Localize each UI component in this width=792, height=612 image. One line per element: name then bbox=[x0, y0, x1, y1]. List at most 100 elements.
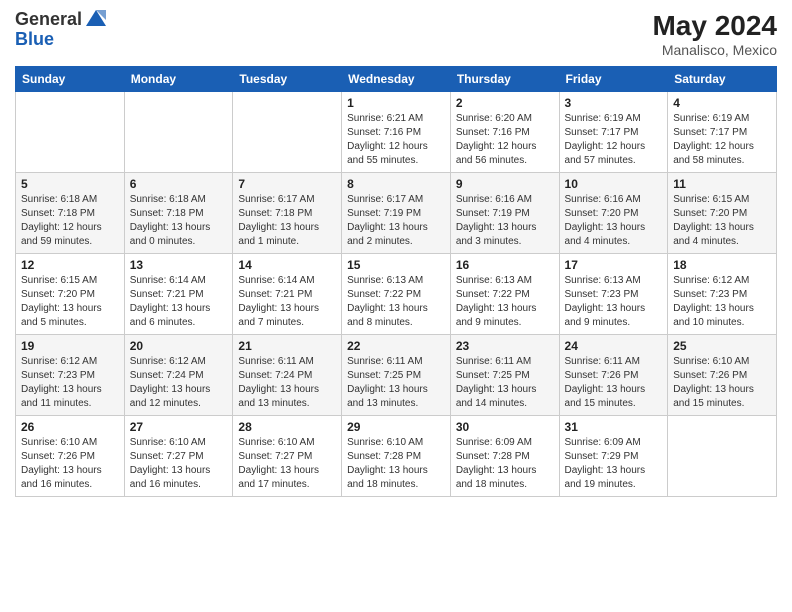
week-row-0: 1 Sunrise: 6:21 AMSunset: 7:16 PMDaylight… bbox=[16, 92, 777, 173]
calendar-cell: 10Sunrise: 6:16 AMSunset: 7:20 PMDayligh… bbox=[559, 173, 668, 254]
day-of-week-thursday: Thursday bbox=[450, 67, 559, 92]
day-info: Sunrise: 6:19 AMSunset: 7:17 PMDaylight:… bbox=[673, 112, 771, 168]
day-info: Sunrise: 6:21 AMSunset: 7:16 PMDaylight:… bbox=[347, 112, 445, 168]
day-number: 6 bbox=[130, 177, 228, 191]
day-number: 9 bbox=[456, 177, 554, 191]
title-block: May 2024 Manalisco, Mexico bbox=[652, 10, 777, 58]
day-number: 8 bbox=[347, 177, 445, 191]
calendar-cell: 8 Sunrise: 6:17 AMSunset: 7:19 PMDaylight… bbox=[342, 173, 451, 254]
calendar-cell: 18 Sunrise: 6:12 AMSunset: 7:23 PMDayligh… bbox=[668, 254, 777, 335]
calendar-cell: 22Sunrise: 6:11 AMSunset: 7:25 PMDayligh… bbox=[342, 335, 451, 416]
calendar-cell: 7 Sunrise: 6:17 AMSunset: 7:18 PMDaylight… bbox=[233, 173, 342, 254]
day-info: Sunrise: 6:10 AMSunset: 7:27 PMDaylight:… bbox=[238, 436, 336, 492]
calendar-cell: 9 Sunrise: 6:16 AMSunset: 7:19 PMDaylight… bbox=[450, 173, 559, 254]
calendar-cell: 6 Sunrise: 6:18 AMSunset: 7:18 PMDaylight… bbox=[124, 173, 233, 254]
day-number: 5 bbox=[21, 177, 119, 191]
day-info: Sunrise: 6:20 AMSunset: 7:16 PMDaylight:… bbox=[456, 112, 554, 168]
logo-blue: Blue bbox=[15, 29, 54, 49]
calendar-cell: 23 Sunrise: 6:11 AMSunset: 7:25 PMDayligh… bbox=[450, 335, 559, 416]
calendar-cell: 14Sunrise: 6:14 AMSunset: 7:21 PMDayligh… bbox=[233, 254, 342, 335]
day-number: 20 bbox=[130, 339, 228, 353]
week-row-2: 12 Sunrise: 6:15 AMSunset: 7:20 PMDayligh… bbox=[16, 254, 777, 335]
calendar-cell: 13 Sunrise: 6:14 AMSunset: 7:21 PMDayligh… bbox=[124, 254, 233, 335]
calendar-header-row: SundayMondayTuesdayWednesdayThursdayFrid… bbox=[16, 67, 777, 92]
day-info: Sunrise: 6:09 AMSunset: 7:29 PMDaylight:… bbox=[565, 436, 663, 492]
day-of-week-monday: Monday bbox=[124, 67, 233, 92]
day-number: 4 bbox=[673, 96, 771, 110]
day-of-week-tuesday: Tuesday bbox=[233, 67, 342, 92]
calendar-cell: 31Sunrise: 6:09 AMSunset: 7:29 PMDayligh… bbox=[559, 416, 668, 497]
logo-general: General bbox=[15, 9, 82, 29]
calendar-cell bbox=[233, 92, 342, 173]
day-info: Sunrise: 6:11 AMSunset: 7:25 PMDaylight:… bbox=[347, 355, 445, 411]
day-of-week-friday: Friday bbox=[559, 67, 668, 92]
day-info: Sunrise: 6:19 AMSunset: 7:17 PMDaylight:… bbox=[565, 112, 663, 168]
day-info: Sunrise: 6:16 AMSunset: 7:20 PMDaylight:… bbox=[565, 193, 663, 249]
day-info: Sunrise: 6:11 AMSunset: 7:26 PMDaylight:… bbox=[565, 355, 663, 411]
calendar-cell: 30Sunrise: 6:09 AMSunset: 7:28 PMDayligh… bbox=[450, 416, 559, 497]
day-number: 30 bbox=[456, 420, 554, 434]
month-year: May 2024 bbox=[652, 10, 777, 42]
calendar-cell: 15 Sunrise: 6:13 AMSunset: 7:22 PMDayligh… bbox=[342, 254, 451, 335]
calendar-cell: 2Sunrise: 6:20 AMSunset: 7:16 PMDaylight… bbox=[450, 92, 559, 173]
day-info: Sunrise: 6:18 AMSunset: 7:18 PMDaylight:… bbox=[21, 193, 119, 249]
day-info: Sunrise: 6:13 AMSunset: 7:22 PMDaylight:… bbox=[347, 274, 445, 330]
calendar-cell: 3Sunrise: 6:19 AMSunset: 7:17 PMDaylight… bbox=[559, 92, 668, 173]
calendar-cell: 16 Sunrise: 6:13 AMSunset: 7:22 PMDayligh… bbox=[450, 254, 559, 335]
calendar-cell bbox=[668, 416, 777, 497]
day-info: Sunrise: 6:12 AMSunset: 7:23 PMDaylight:… bbox=[21, 355, 119, 411]
day-info: Sunrise: 6:10 AMSunset: 7:27 PMDaylight:… bbox=[130, 436, 228, 492]
day-info: Sunrise: 6:14 AMSunset: 7:21 PMDaylight:… bbox=[238, 274, 336, 330]
day-info: Sunrise: 6:17 AMSunset: 7:18 PMDaylight:… bbox=[238, 193, 336, 249]
day-number: 25 bbox=[673, 339, 771, 353]
day-info: Sunrise: 6:14 AMSunset: 7:21 PMDaylight:… bbox=[130, 274, 228, 330]
day-number: 16 bbox=[456, 258, 554, 272]
calendar-cell: 11 Sunrise: 6:15 AMSunset: 7:20 PMDayligh… bbox=[668, 173, 777, 254]
logo: General Blue bbox=[15, 10, 108, 50]
day-number: 13 bbox=[130, 258, 228, 272]
day-info: Sunrise: 6:15 AMSunset: 7:20 PMDaylight:… bbox=[673, 193, 771, 249]
day-number: 11 bbox=[673, 177, 771, 191]
calendar-table: SundayMondayTuesdayWednesdayThursdayFrid… bbox=[15, 66, 777, 497]
day-number: 23 bbox=[456, 339, 554, 353]
calendar-cell bbox=[124, 92, 233, 173]
day-number: 12 bbox=[21, 258, 119, 272]
calendar-cell: 1 Sunrise: 6:21 AMSunset: 7:16 PMDaylight… bbox=[342, 92, 451, 173]
day-info: Sunrise: 6:13 AMSunset: 7:22 PMDaylight:… bbox=[456, 274, 554, 330]
calendar-cell: 4 Sunrise: 6:19 AMSunset: 7:17 PMDaylight… bbox=[668, 92, 777, 173]
day-info: Sunrise: 6:16 AMSunset: 7:19 PMDaylight:… bbox=[456, 193, 554, 249]
day-info: Sunrise: 6:10 AMSunset: 7:26 PMDaylight:… bbox=[673, 355, 771, 411]
header: General Blue May 2024 Manalisco, Mexico bbox=[15, 10, 777, 58]
day-info: Sunrise: 6:17 AMSunset: 7:19 PMDaylight:… bbox=[347, 193, 445, 249]
day-number: 21 bbox=[238, 339, 336, 353]
day-info: Sunrise: 6:15 AMSunset: 7:20 PMDaylight:… bbox=[21, 274, 119, 330]
week-row-3: 19 Sunrise: 6:12 AMSunset: 7:23 PMDayligh… bbox=[16, 335, 777, 416]
day-info: Sunrise: 6:10 AMSunset: 7:28 PMDaylight:… bbox=[347, 436, 445, 492]
day-number: 29 bbox=[347, 420, 445, 434]
calendar-cell: 17Sunrise: 6:13 AMSunset: 7:23 PMDayligh… bbox=[559, 254, 668, 335]
calendar-cell: 19 Sunrise: 6:12 AMSunset: 7:23 PMDayligh… bbox=[16, 335, 125, 416]
day-number: 19 bbox=[21, 339, 119, 353]
day-number: 15 bbox=[347, 258, 445, 272]
day-info: Sunrise: 6:12 AMSunset: 7:23 PMDaylight:… bbox=[673, 274, 771, 330]
day-info: Sunrise: 6:10 AMSunset: 7:26 PMDaylight:… bbox=[21, 436, 119, 492]
day-number: 1 bbox=[347, 96, 445, 110]
calendar-cell: 24 Sunrise: 6:11 AMSunset: 7:26 PMDayligh… bbox=[559, 335, 668, 416]
week-row-1: 5 Sunrise: 6:18 AMSunset: 7:18 PMDaylight… bbox=[16, 173, 777, 254]
day-number: 18 bbox=[673, 258, 771, 272]
day-number: 24 bbox=[565, 339, 663, 353]
day-number: 7 bbox=[238, 177, 336, 191]
calendar-cell: 20 Sunrise: 6:12 AMSunset: 7:24 PMDayligh… bbox=[124, 335, 233, 416]
calendar-cell: 5 Sunrise: 6:18 AMSunset: 7:18 PMDaylight… bbox=[16, 173, 125, 254]
calendar-cell: 26Sunrise: 6:10 AMSunset: 7:26 PMDayligh… bbox=[16, 416, 125, 497]
day-info: Sunrise: 6:18 AMSunset: 7:18 PMDaylight:… bbox=[130, 193, 228, 249]
day-of-week-sunday: Sunday bbox=[16, 67, 125, 92]
day-info: Sunrise: 6:13 AMSunset: 7:23 PMDaylight:… bbox=[565, 274, 663, 330]
day-info: Sunrise: 6:12 AMSunset: 7:24 PMDaylight:… bbox=[130, 355, 228, 411]
day-of-week-wednesday: Wednesday bbox=[342, 67, 451, 92]
day-number: 28 bbox=[238, 420, 336, 434]
day-info: Sunrise: 6:11 AMSunset: 7:25 PMDaylight:… bbox=[456, 355, 554, 411]
calendar-cell bbox=[16, 92, 125, 173]
calendar-cell: 25 Sunrise: 6:10 AMSunset: 7:26 PMDayligh… bbox=[668, 335, 777, 416]
calendar-cell: 28 Sunrise: 6:10 AMSunset: 7:27 PMDayligh… bbox=[233, 416, 342, 497]
